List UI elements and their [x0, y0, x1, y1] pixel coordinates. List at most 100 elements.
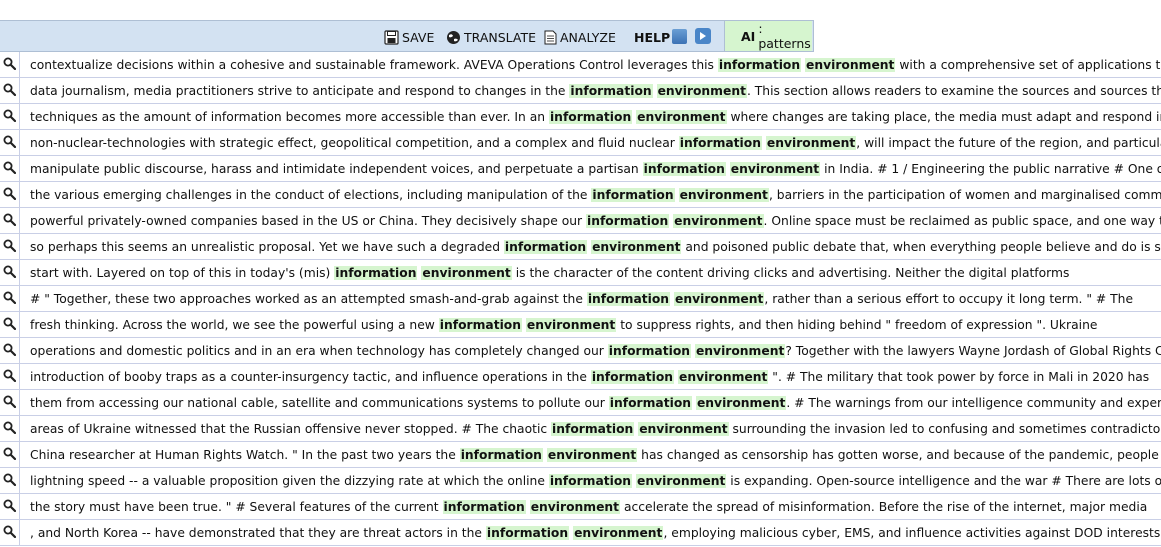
keyword-highlight: environment — [638, 422, 729, 436]
keyword-highlight: information — [608, 396, 693, 410]
context-before: the various emerging challenges in the c… — [30, 188, 592, 202]
keyword-highlight: environment — [695, 396, 787, 410]
save-button[interactable]: SAVE — [384, 27, 434, 47]
context-text: introduction of booby traps as a counter… — [30, 369, 1149, 385]
context-text: manipulate public discourse, harass and … — [30, 161, 1161, 177]
context-before: so perhaps this seems an unrealistic pro… — [30, 240, 504, 254]
magnifier-icon[interactable] — [3, 57, 16, 70]
context-before: manipulate public discourse, harass and … — [30, 162, 643, 176]
keyword-highlight: information — [503, 240, 588, 254]
list-item: introduction of booby traps as a counter… — [0, 364, 1161, 390]
analyze-button[interactable]: ANALYZE — [544, 27, 616, 47]
magnifier-icon[interactable] — [3, 161, 16, 174]
magnifier-icon[interactable] — [3, 213, 16, 226]
context-before: them from accessing our national cable, … — [30, 396, 609, 410]
play-icon — [700, 32, 706, 40]
keyword-highlight: information — [438, 318, 522, 332]
context-before: , and North Korea -- have demonstrated t… — [30, 526, 486, 540]
context-before: the story must have been true. " # Sever… — [30, 500, 443, 514]
help-book-icon[interactable] — [672, 29, 687, 44]
magnifier-icon[interactable] — [3, 317, 16, 330]
list-item: techniques as the amount of information … — [0, 104, 1161, 130]
magnifier-icon[interactable] — [3, 187, 16, 200]
context-text: , and North Korea -- have demonstrated t… — [30, 525, 1161, 541]
list-item: China researcher at Human Rights Watch. … — [0, 442, 1161, 468]
magnifier-icon[interactable] — [3, 291, 16, 304]
context-text: data journalism, media practitioners str… — [30, 83, 1161, 99]
context-text: them from accessing our national cable, … — [30, 395, 1161, 411]
analyze-label: ANALYZE — [560, 29, 616, 45]
context-before: powerful privately-owned companies based… — [30, 214, 586, 228]
ai-patterns-button[interactable]: AI: patterns — [724, 21, 812, 51]
keyword-highlight: information — [459, 448, 543, 462]
column-divider — [19, 364, 20, 389]
column-divider — [19, 78, 20, 103]
magnifier-icon[interactable] — [3, 343, 16, 356]
magnifier-icon[interactable] — [3, 473, 16, 486]
video-play-icon[interactable] — [695, 28, 711, 44]
list-item: them from accessing our national cable, … — [0, 390, 1161, 416]
column-divider — [19, 208, 20, 233]
magnifier-icon[interactable] — [3, 421, 16, 434]
magnifier-icon[interactable] — [3, 83, 16, 96]
context-text: non-nuclear-technologies with strategic … — [30, 135, 1161, 151]
context-after: . Online space must be reclaimed as publ… — [763, 214, 1161, 228]
magnifier-icon[interactable] — [3, 447, 16, 460]
keyword-highlight: environment — [678, 188, 769, 202]
keyword-highlight: environment — [573, 526, 664, 540]
context-after: , employing malicious cyber, EMS, and in… — [663, 526, 1161, 540]
keyword-highlight: environment — [674, 292, 765, 306]
magnifier-icon[interactable] — [3, 109, 16, 122]
context-before: fresh thinking. Across the world, we see… — [30, 318, 439, 332]
keyword-highlight: information — [590, 370, 675, 384]
translate-button[interactable]: TRANSLATE — [446, 27, 536, 47]
keyword-highlight: environment — [546, 448, 638, 462]
context-before: lightning speed -- a valuable propositio… — [30, 474, 549, 488]
context-after: . This section allows readers to examine… — [746, 84, 1161, 98]
column-divider — [19, 338, 20, 363]
keyword-highlight: environment — [805, 58, 896, 72]
context-after: , rather than a serious effort to occupy… — [764, 292, 1134, 306]
magnifier-icon[interactable] — [3, 265, 16, 278]
context-text: powerful privately-owned companies based… — [30, 213, 1161, 229]
context-before: techniques as the amount of information … — [30, 110, 549, 124]
magnifier-icon[interactable] — [3, 395, 16, 408]
column-divider — [19, 390, 20, 415]
list-item: fresh thinking. Across the world, we see… — [0, 312, 1161, 338]
magnifier-icon[interactable] — [3, 239, 16, 252]
context-before: non-nuclear-technologies with strategic … — [30, 136, 679, 150]
keyword-highlight: information — [442, 500, 526, 514]
context-after: . # The warnings from our intelligence c… — [786, 396, 1161, 410]
keyword-highlight: environment — [765, 136, 857, 150]
column-divider — [19, 468, 20, 493]
list-item: powerful privately-owned companies based… — [0, 208, 1161, 234]
context-before: introduction of booby traps as a counter… — [30, 370, 591, 384]
context-after: where changes are taking place, the medi… — [730, 110, 1161, 124]
keyword-highlight: information — [607, 344, 692, 358]
keyword-highlight: information — [485, 526, 570, 540]
list-item: the various emerging challenges in the c… — [0, 182, 1161, 208]
list-item: , and North Korea -- have demonstrated t… — [0, 520, 1161, 546]
ai-prefix: AI — [741, 28, 756, 44]
keyword-highlight: environment — [656, 84, 747, 98]
magnifier-icon[interactable] — [3, 369, 16, 382]
keyword-highlight: environment — [525, 318, 617, 332]
column-divider — [19, 182, 20, 207]
context-before: contextualize decisions within a cohesiv… — [30, 58, 718, 72]
column-divider — [19, 234, 20, 259]
context-after: accelerate the spread of misinformation.… — [620, 500, 1148, 514]
magnifier-icon[interactable] — [3, 135, 16, 148]
column-divider — [19, 286, 20, 311]
keyword-highlight: environment — [677, 370, 769, 384]
magnifier-icon[interactable] — [3, 525, 16, 538]
column-divider — [19, 156, 20, 181]
translate-label: TRANSLATE — [464, 29, 537, 45]
context-after: ". # The military that took power by for… — [768, 370, 1150, 384]
list-item: areas of Ukraine witnessed that the Russ… — [0, 416, 1161, 442]
context-text: # " Together, these two approaches worke… — [30, 291, 1133, 307]
column-divider — [19, 416, 20, 441]
keyword-highlight: environment — [636, 110, 727, 124]
help-button[interactable]: HELP — [634, 27, 670, 47]
keyword-highlight: information — [591, 188, 675, 202]
magnifier-icon[interactable] — [3, 499, 16, 512]
